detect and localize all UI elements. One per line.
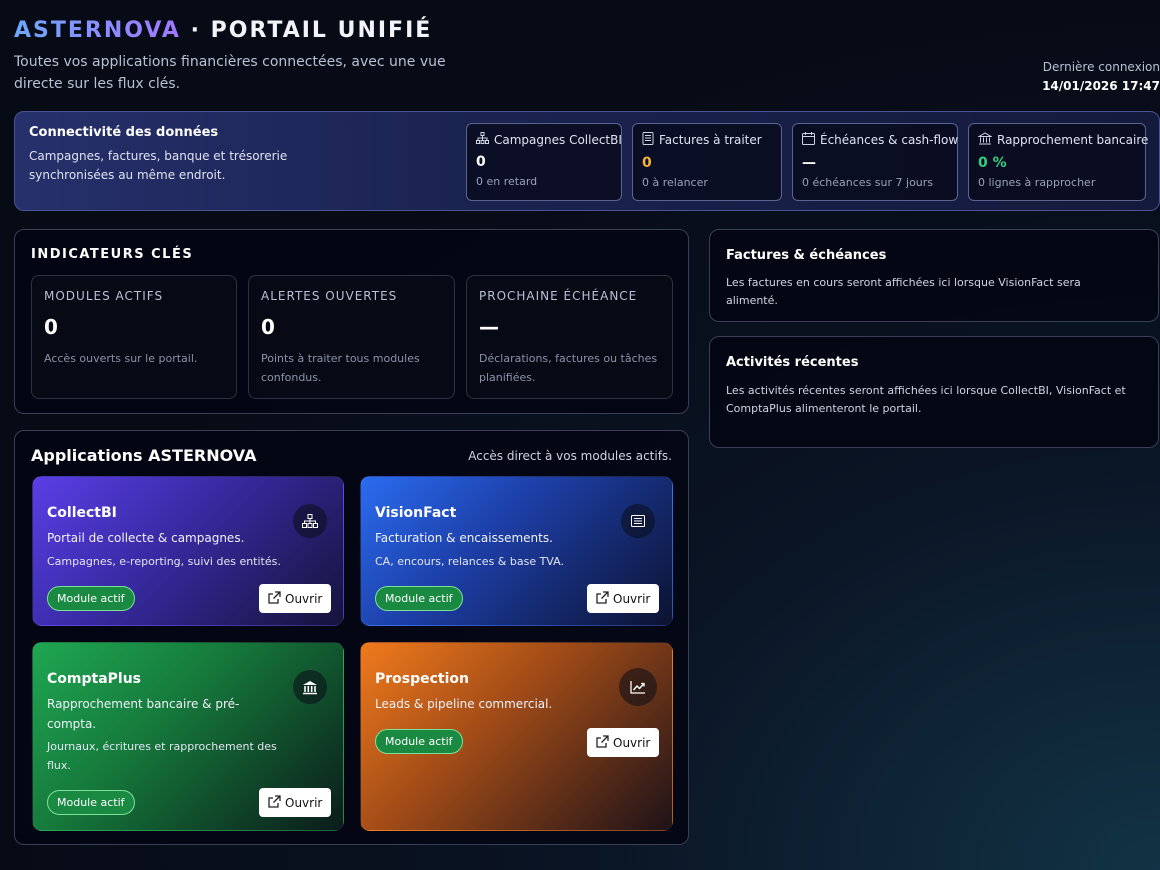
external-link-icon — [596, 590, 609, 607]
kpi-sub: Points à traiter tous modules confondus. — [261, 352, 420, 384]
sync-card-invoices[interactable]: Factures à traiter 0 0 à relancer — [632, 123, 782, 201]
sync-card-value: 0 — [642, 155, 652, 171]
apps-title: Applications ASTERNOVA — [31, 446, 257, 465]
trend-chart-icon — [619, 668, 657, 706]
app-card-comptaplus[interactable]: ComptaPlus Rapprochement bancaire & pré-… — [32, 642, 344, 831]
external-link-icon — [596, 734, 609, 751]
kpi-sub: Déclarations, factures ou tâches planifi… — [479, 352, 658, 384]
app-tagline: Leads & pipeline commercial. — [375, 697, 553, 711]
app-description: CA, encours, relances & base TVA. — [375, 555, 564, 568]
app-card-prospection[interactable]: Prospection Leads & pipeline commercial.… — [360, 642, 673, 831]
sync-card-sub: 0 échéances sur 7 jours — [802, 176, 934, 189]
connectivity-banner: Connectivité des données Campagnes, fact… — [14, 111, 1160, 211]
sync-card-label: Campagnes CollectBI — [494, 132, 622, 147]
kpi-card-alerts: ALERTES OUVERTES 0 Points à traiter tous… — [248, 275, 455, 399]
open-visionfact-button[interactable]: Ouvrir — [587, 584, 660, 613]
app-tagline: Portail de collecte & campagnes. — [47, 531, 245, 545]
app-card-collectbi[interactable]: CollectBI Portail de collecte & campagne… — [32, 476, 344, 626]
sync-card-sub: 0 en retard — [476, 175, 538, 188]
open-button-label: Ouvrir — [285, 795, 323, 810]
sync-card-label: Échéances & cash-flow — [820, 133, 959, 147]
kpi-value: 0 — [44, 315, 58, 339]
open-comptaplus-button[interactable]: Ouvrir — [259, 788, 332, 817]
sync-card-cashflow[interactable]: Échéances & cash-flow — 0 échéances sur … — [792, 123, 958, 201]
bank-icon — [293, 670, 327, 704]
app-name: Prospection — [375, 671, 470, 687]
apps-panel: Applications ASTERNOVA Accès direct à vo… — [14, 430, 689, 845]
app-name: CollectBI — [47, 505, 117, 521]
module-active-badge: Module actif — [375, 729, 463, 754]
kpi-label: ALERTES OUVERTES — [261, 289, 398, 303]
open-collectbi-button[interactable]: Ouvrir — [259, 584, 332, 613]
calendar-icon — [802, 132, 815, 148]
sync-card-value: 0 — [476, 154, 486, 170]
sync-card-label: Rapprochement bancaire — [997, 133, 1149, 147]
connectivity-title: Connectivité des données — [29, 125, 219, 140]
kpi-card-deadline: PROCHAINE ÉCHÉANCE — Déclarations, factu… — [466, 275, 673, 399]
open-prospection-button[interactable]: Ouvrir — [587, 728, 660, 757]
open-button-label: Ouvrir — [613, 735, 651, 750]
app-name: ComptaPlus — [47, 671, 142, 687]
sync-card-campaigns[interactable]: Campagnes CollectBI 0 0 en retard — [466, 123, 622, 201]
module-active-badge: Module actif — [375, 586, 463, 611]
app-tagline: Facturation & encaissements. — [375, 531, 553, 545]
app-name: VisionFact — [375, 505, 457, 521]
activity-panel-title: Activités récentes — [726, 355, 859, 370]
page-title: ASTERNOVA · PORTAIL UNIFIÉ — [14, 18, 1160, 43]
kpi-card-modules: MODULES ACTIFS 0 Accès ouverts sur le po… — [31, 275, 237, 399]
external-link-icon — [268, 794, 281, 811]
last-login-value: 14/01/2026 17:47 — [1042, 79, 1160, 93]
brand-subtitle: PORTAIL UNIFIÉ — [210, 18, 433, 43]
open-button-label: Ouvrir — [613, 591, 651, 606]
open-button-label: Ouvrir — [285, 591, 323, 606]
invoices-panel-title: Factures & échéances — [726, 248, 887, 263]
last-login: Dernière connexion 14/01/2026 17:47 — [1042, 58, 1160, 96]
kpi-label: PROCHAINE ÉCHÉANCE — [479, 289, 638, 303]
module-active-badge: Module actif — [47, 790, 135, 815]
app-tagline: Rapprochement bancaire & pré-compta. — [47, 697, 240, 731]
sync-card-sub: 0 lignes à rapprocher — [978, 176, 1096, 189]
sync-card-bank[interactable]: Rapprochement bancaire 0 % 0 lignes à ra… — [968, 123, 1149, 201]
sync-card-value: — — [802, 155, 816, 171]
sync-card-label: Factures à traiter — [659, 133, 762, 147]
app-card-visionfact[interactable]: VisionFact Facturation & encaissements. … — [360, 476, 673, 626]
kpi-title: INDICATEURS CLÉS — [31, 247, 194, 262]
kpi-panel: INDICATEURS CLÉS MODULES ACTIFS 0 Accès … — [14, 229, 689, 414]
app-description: Journaux, écritures et rapprochement des… — [47, 740, 277, 772]
page-subtitle: Toutes vos applications financières conn… — [14, 54, 446, 92]
kpi-value: 0 — [261, 315, 275, 339]
brand-name: ASTERNOVA — [14, 18, 181, 43]
apps-subtitle: Accès direct à vos modules actifs. — [468, 449, 672, 463]
invoice-icon — [642, 132, 654, 148]
connectivity-description: Campagnes, factures, banque et trésoreri… — [29, 149, 288, 182]
sitemap-icon — [476, 132, 489, 147]
activity-panel-text: Les activités récentes seront affichées … — [726, 384, 1126, 415]
app-description: Campagnes, e-reporting, suivi des entité… — [47, 555, 281, 568]
invoice-icon — [621, 504, 655, 538]
sync-card-sub: 0 à relancer — [642, 176, 708, 189]
invoices-panel: Factures & échéances Les factures en cou… — [709, 229, 1159, 322]
brand-separator: · — [180, 18, 211, 43]
kpi-label: MODULES ACTIFS — [44, 289, 164, 303]
page-header: ASTERNOVA · PORTAIL UNIFIÉ Toutes vos ap… — [14, 18, 1160, 98]
kpi-sub: Accès ouverts sur le portail. — [44, 352, 198, 365]
bank-icon — [977, 132, 993, 148]
sync-card-value: 0 % — [978, 155, 1007, 171]
invoices-panel-text: Les factures en cours seront affichées i… — [726, 276, 1081, 307]
module-active-badge: Module actif — [47, 586, 135, 611]
sitemap-icon — [293, 504, 327, 538]
activity-panel: Activités récentes Les activités récente… — [709, 336, 1159, 448]
external-link-icon — [268, 590, 281, 607]
kpi-value: — — [479, 315, 499, 339]
last-login-label: Dernière connexion — [1042, 60, 1160, 74]
